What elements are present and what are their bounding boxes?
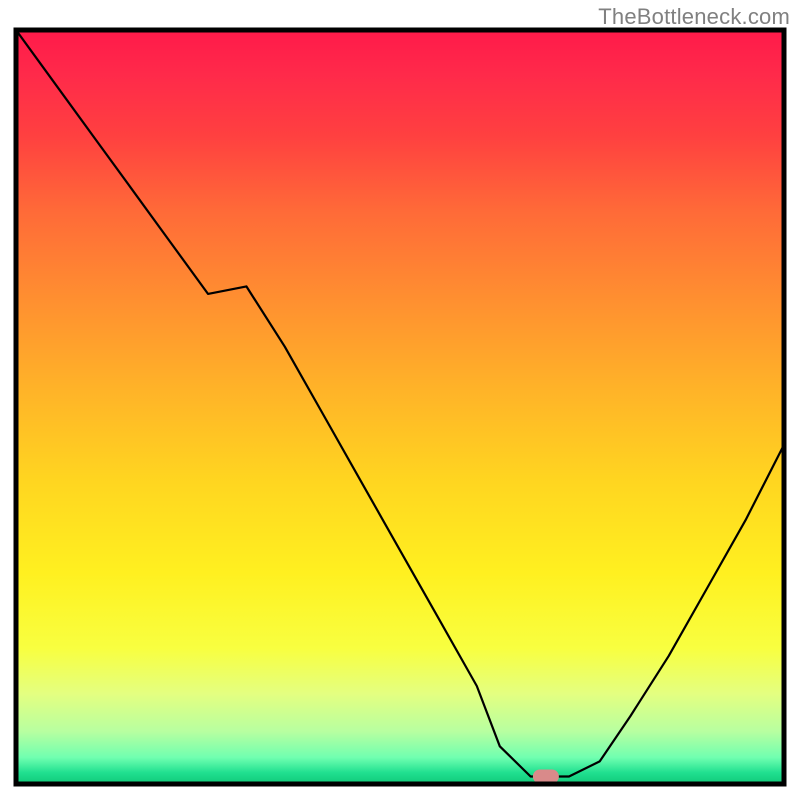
- watermark-text: TheBottleneck.com: [598, 4, 790, 30]
- gradient-background: [16, 30, 784, 784]
- chart-container: TheBottleneck.com: [0, 0, 800, 800]
- optimal-marker: [533, 770, 559, 784]
- plot-area: [16, 30, 784, 784]
- bottleneck-chart: [0, 0, 800, 800]
